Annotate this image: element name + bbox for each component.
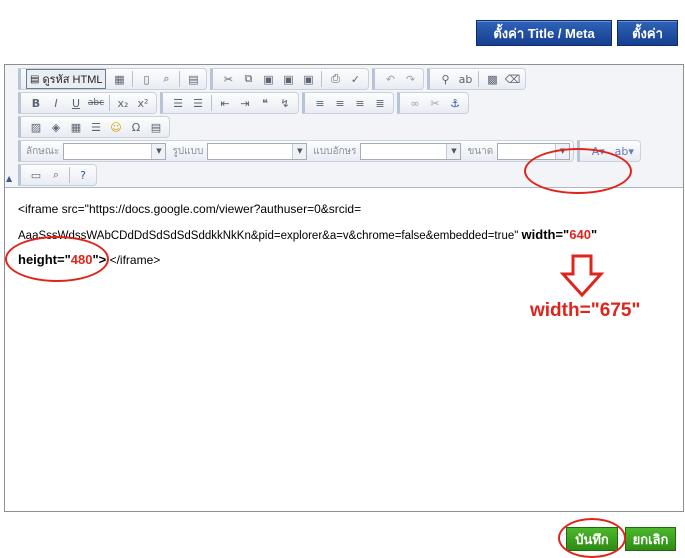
bulleted-list-icon[interactable]: ☰	[189, 94, 207, 112]
toolbar-group-clipboard: ✂ ⧉ ▣ ▣ ▣ ⎙ ✓	[210, 68, 370, 90]
format-combo-label: รูปแบบ	[172, 145, 204, 157]
toolbar-separator	[211, 95, 212, 111]
toolbar-group-styles: ลักษณะ ▼ รูปแบบ ▼ แบบอักษร ▼ ขนาด ▼	[18, 140, 575, 162]
toolbar-separator	[321, 71, 323, 87]
toolbar-row-2: B I U abc x₂ x² ☰ ☰ ⇤ ⇥ ❝ ↯ ≡ ≡ ≡ ≣ ∞ ✂ …	[18, 92, 472, 114]
strikethrough-icon[interactable]: abc	[87, 94, 105, 112]
replace-icon[interactable]: ab	[456, 70, 474, 88]
align-left-icon[interactable]: ≡	[311, 94, 329, 112]
find-icon[interactable]: ⚲	[436, 70, 454, 88]
save-highlight-ellipse	[558, 518, 626, 558]
templates-icon[interactable]: ▦	[110, 70, 128, 88]
toolbar-separator	[132, 71, 134, 87]
link-icon[interactable]: ∞	[406, 94, 424, 112]
underline-icon[interactable]: U	[67, 94, 85, 112]
align-center-icon[interactable]: ≡	[331, 94, 349, 112]
div-container-icon[interactable]: ↯	[276, 94, 294, 112]
numbered-list-icon[interactable]: ☰	[169, 94, 187, 112]
style-dropdown[interactable]: ▼	[63, 142, 167, 160]
width-highlight-ellipse	[524, 148, 632, 194]
smiley-icon[interactable]: ☺	[107, 118, 125, 136]
iframe-src-text: AaaSssWdssWAbCDdDdSdSdSdSddkkNkKn&pid=ex…	[18, 230, 522, 242]
new-page-icon[interactable]: ▯	[137, 70, 155, 88]
redo-icon[interactable]: ↷	[401, 70, 419, 88]
height-highlight-ellipse	[5, 236, 109, 282]
view-source-button[interactable]: ▤ ดูรหัส HTML	[26, 69, 107, 89]
toolbar-separator	[179, 71, 181, 87]
print-icon[interactable]: ⎙	[326, 70, 344, 88]
toolbar-group-tools: ▭ ⌕ ?	[18, 164, 97, 186]
toolbar-group-basic-styles: B I U abc x₂ x²	[18, 92, 157, 114]
superscript-icon[interactable]: x²	[134, 94, 152, 112]
blockquote-icon[interactable]: ❝	[256, 94, 274, 112]
paste-text-icon[interactable]: ▣	[279, 70, 297, 88]
toolbar-group-insert: ▨ ◈ ▦ ☰ ☺ Ω ▤	[18, 116, 170, 138]
image-icon[interactable]: ▨	[27, 118, 45, 136]
toolbar-group-history: ↶ ↷	[372, 68, 425, 90]
page-break-icon[interactable]: ▤	[147, 118, 165, 136]
toolbar-separator	[478, 71, 480, 87]
toolbar-group-align: ≡ ≡ ≡ ≣	[302, 92, 394, 114]
subscript-icon[interactable]: x₂	[114, 94, 132, 112]
width-value: 640	[569, 227, 591, 242]
source-icon: ▤	[30, 73, 40, 85]
toolbar-separator	[109, 95, 110, 111]
toolbar-group-paragraph: ☰ ☰ ⇤ ⇥ ❝ ↯	[160, 92, 299, 114]
preview-icon[interactable]: ⌕	[157, 70, 175, 88]
flash-icon[interactable]: ◈	[47, 118, 65, 136]
style-combo-label: ลักษณะ	[26, 145, 60, 157]
toolbar-group-document: ▤ ดูรหัส HTML ▦ ▯ ⌕ ▤	[18, 68, 208, 90]
title-meta-settings-button[interactable]: ตั้งค่า Title / Meta	[476, 20, 612, 46]
format-dropdown[interactable]: ▼	[207, 142, 308, 160]
width-attribute: width="	[521, 227, 570, 242]
cut-icon[interactable]: ✂	[219, 70, 237, 88]
indent-icon[interactable]: ⇥	[236, 94, 254, 112]
outdent-icon[interactable]: ⇤	[216, 94, 234, 112]
toolbar-separator	[69, 167, 70, 183]
iframe-close-tag: </iframe>	[109, 253, 161, 267]
cancel-button[interactable]: ยกเลิก	[625, 527, 676, 551]
copy-icon[interactable]: ⧉	[239, 70, 257, 88]
paste-word-icon[interactable]: ▣	[299, 70, 317, 88]
font-dropdown[interactable]: ▼	[360, 142, 462, 160]
toolbar-group-find: ⚲ ab ▩ ⌫	[427, 68, 527, 90]
special-char-icon[interactable]: Ω	[127, 118, 145, 136]
toolbar-row-5: ▭ ⌕ ?	[18, 164, 100, 186]
align-right-icon[interactable]: ≡	[351, 94, 369, 112]
paste-icon[interactable]: ▣	[259, 70, 277, 88]
chevron-down-icon: ▼	[446, 143, 461, 159]
editor-content-area[interactable]: <iframe src="https://docs.google.com/vie…	[5, 188, 683, 511]
collapse-toolbar-icon[interactable]: ▲	[6, 175, 14, 183]
toolbar-row-3: ▨ ◈ ▦ ☰ ☺ Ω ▤	[18, 116, 173, 138]
anchor-icon[interactable]: ⚓	[446, 94, 464, 112]
unlink-icon[interactable]: ✂	[426, 94, 444, 112]
code-line-1: <iframe src="https://docs.google.com/vie…	[18, 202, 362, 216]
size-combo-label: ขนาด	[467, 145, 494, 157]
down-arrow-icon	[560, 254, 604, 298]
code-line-2: AaaSssWdssWAbCDdDdSdSdSdSddkkNkKn&pid=ex…	[18, 227, 597, 242]
chevron-down-icon: ▼	[292, 143, 307, 159]
remove-format-icon[interactable]: ⌫	[503, 70, 521, 88]
spellcheck-icon[interactable]: ✓	[346, 70, 364, 88]
show-blocks-icon[interactable]: ⌕	[47, 166, 65, 184]
undo-icon[interactable]: ↶	[381, 70, 399, 88]
bold-icon[interactable]: B	[27, 94, 45, 112]
chevron-down-icon: ▼	[151, 143, 166, 159]
font-combo-label: แบบอักษร	[313, 145, 357, 157]
maximize-icon[interactable]: ▭	[27, 166, 45, 184]
view-source-label: ดูรหัส HTML	[42, 74, 103, 86]
new-width-annotation: width="675"	[530, 300, 641, 321]
toolbar-group-links: ∞ ✂ ⚓	[397, 92, 469, 114]
align-justify-icon[interactable]: ≣	[371, 94, 389, 112]
table-icon[interactable]: ▦	[67, 118, 85, 136]
width-quote: "	[590, 227, 598, 242]
template-doc-icon[interactable]: ▤	[184, 70, 202, 88]
italic-icon[interactable]: I	[47, 94, 65, 112]
horizontal-rule-icon[interactable]: ☰	[87, 118, 105, 136]
settings-button[interactable]: ตั้งค่า	[617, 20, 678, 46]
help-icon[interactable]: ?	[74, 166, 92, 184]
select-all-icon[interactable]: ▩	[483, 70, 501, 88]
toolbar-row-1: ▤ ดูรหัส HTML ▦ ▯ ⌕ ▤ ✂ ⧉ ▣ ▣ ▣ ⎙ ✓ ↶ ↷ …	[18, 68, 529, 90]
